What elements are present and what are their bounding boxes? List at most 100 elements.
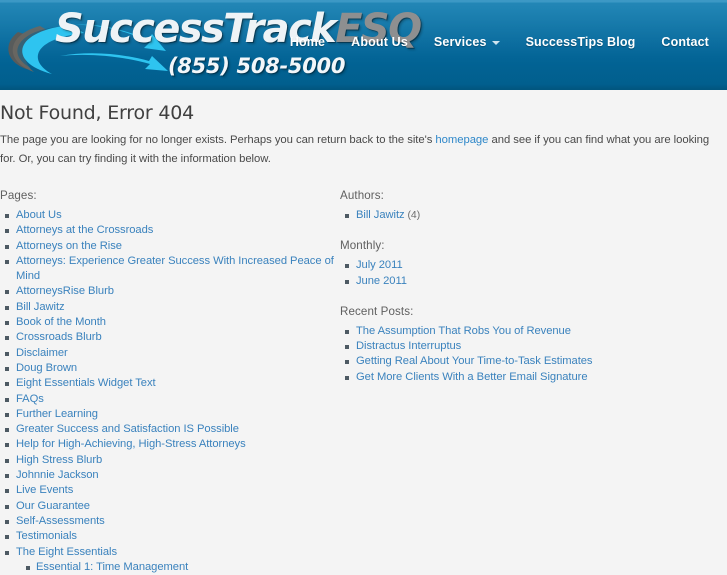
recent-post-link[interactable]: Get More Clients With a Better Email Sig… <box>356 371 588 383</box>
square-bullet-icon <box>5 458 9 463</box>
authors-heading: Authors: <box>340 189 384 202</box>
homepage-link[interactable]: homepage <box>435 134 488 146</box>
page-link[interactable]: Book of the Month <box>16 316 106 328</box>
page-link[interactable]: Our Guarantee <box>16 500 90 512</box>
page-link[interactable]: Attorneys at the Crossroads <box>16 224 153 236</box>
list-item: The Eight Essentials Essential 1: Time Ma… <box>0 545 340 575</box>
square-bullet-icon <box>5 489 9 494</box>
list-item: Greater Success and Satisfaction IS Poss… <box>0 422 340 437</box>
list-item: Getting Real About Your Time-to-Task Est… <box>340 354 727 369</box>
nav-item-successtips-blog-label: SuccessTips Blog <box>525 35 636 49</box>
pages-sublist: Essential 1: Time Management <box>16 560 340 575</box>
nav-item-contact-label: Contact <box>661 35 709 49</box>
monthly-archive-link[interactable]: June 2011 <box>356 275 407 287</box>
nav-item-home[interactable]: Home <box>277 32 338 52</box>
page-link[interactable]: Attorneys: Experience Greater Success Wi… <box>16 255 334 282</box>
square-bullet-icon <box>5 229 9 234</box>
main-navigation: Home About Us Services SuccessTips Blog … <box>277 32 721 52</box>
recent-post-link[interactable]: Distractus Interruptus <box>356 340 461 352</box>
square-bullet-icon <box>5 244 9 249</box>
square-bullet-icon <box>5 336 9 341</box>
square-bullet-icon <box>5 535 9 540</box>
square-bullet-icon <box>345 329 349 334</box>
nav-item-services[interactable]: Services <box>421 32 513 52</box>
recent-post-link[interactable]: The Assumption That Robs You of Revenue <box>356 325 571 337</box>
chevron-down-icon <box>491 41 500 45</box>
site-header: SuccessTrackESQ (855) 508-5000 Home Abou… <box>0 0 727 90</box>
list-item: Book of the Month <box>0 315 340 330</box>
list-item: Disclaimer <box>0 346 340 361</box>
pages-heading: Pages: <box>0 189 37 202</box>
square-bullet-icon <box>5 305 9 310</box>
nav-item-home-label: Home <box>289 35 326 49</box>
authors-list: Bill Jawitz (4) <box>340 208 727 223</box>
nav-item-successtips-blog[interactable]: SuccessTips Blog <box>513 32 649 52</box>
page-link[interactable]: Johnnie Jackson <box>16 469 99 481</box>
monthly-archive-link[interactable]: July 2011 <box>356 259 403 271</box>
page-link[interactable]: About Us <box>16 209 62 221</box>
author-link[interactable]: Bill Jawitz <box>356 209 405 221</box>
list-item: Crossroads Blurb <box>0 330 340 345</box>
list-item: Eight Essentials Widget Text <box>0 376 340 391</box>
list-item: Doug Brown <box>0 361 340 376</box>
authors-block: Authors: Bill Jawitz (4) <box>340 189 727 223</box>
list-item: Attorneys at the Crossroads <box>0 223 340 238</box>
list-item: The Assumption That Robs You of Revenue <box>340 324 727 339</box>
page-link[interactable]: FAQs <box>16 393 44 405</box>
recent-post-link[interactable]: Getting Real About Your Time-to-Task Est… <box>356 355 593 367</box>
list-item: June 2011 <box>340 274 727 289</box>
page-link[interactable]: Testimonials <box>16 530 77 542</box>
meta-column: Authors: Bill Jawitz (4) Monthly: July 2… <box>340 189 727 575</box>
list-item: Bill Jawitz (4) <box>340 208 727 223</box>
page-title: Not Found, Error 404 <box>0 102 195 124</box>
page-link[interactable]: Greater Success and Satisfaction IS Poss… <box>16 423 239 435</box>
pages-column: Pages: About Us Attorneys at the Crossroa… <box>0 189 340 575</box>
nav-item-contact[interactable]: Contact <box>648 32 721 52</box>
page-link[interactable]: AttorneysRise Blurb <box>16 285 114 297</box>
list-item: Get More Clients With a Better Email Sig… <box>340 370 727 385</box>
list-item: FAQs <box>0 392 340 407</box>
recent-posts-list: The Assumption That Robs You of Revenue D… <box>340 324 727 385</box>
page-content: Not Found, Error 404 The page you are lo… <box>0 90 727 575</box>
square-bullet-icon <box>345 375 349 380</box>
square-bullet-icon <box>5 428 9 433</box>
page-link[interactable]: Help for High-Achieving, High-Stress Att… <box>16 438 246 450</box>
page-link[interactable]: Attorneys on the Rise <box>16 240 122 252</box>
list-item: Self-Assessments <box>0 514 340 529</box>
list-item: Attorneys: Experience Greater Success Wi… <box>0 254 340 285</box>
square-bullet-icon <box>345 264 349 269</box>
nav-item-about-us[interactable]: About Us <box>338 32 421 52</box>
list-item: Further Learning <box>0 407 340 422</box>
error-description-part1: The page you are looking for no longer e… <box>0 134 436 146</box>
page-link[interactable]: Doug Brown <box>16 362 77 374</box>
page-link[interactable]: Bill Jawitz <box>16 301 65 313</box>
list-item: July 2011 <box>340 258 727 273</box>
post-count: (4) <box>404 210 421 221</box>
error-description: The page you are looking for no longer e… <box>0 125 727 169</box>
nav-item-services-label: Services <box>433 35 487 49</box>
recent-posts-block: Recent Posts: The Assumption That Robs Y… <box>340 305 727 385</box>
list-item: AttorneysRise Blurb <box>0 284 340 299</box>
page-link[interactable]: Disclaimer <box>16 347 68 359</box>
square-bullet-icon <box>26 565 30 570</box>
page-link[interactable]: Further Learning <box>16 408 98 420</box>
pages-list: About Us Attorneys at the Crossroads Attor… <box>0 208 340 575</box>
page-link[interactable]: Self-Assessments <box>16 515 105 527</box>
recent-posts-heading: Recent Posts: <box>340 304 414 318</box>
list-item: Bill Jawitz <box>0 300 340 315</box>
page-sublink[interactable]: Essential 1: Time Management <box>36 561 188 573</box>
page-link[interactable]: Live Events <box>16 484 73 496</box>
square-bullet-icon <box>345 214 349 218</box>
square-bullet-icon <box>5 504 9 509</box>
page-link[interactable]: Crossroads Blurb <box>16 331 102 343</box>
monthly-archive-list: July 2011 June 2011 <box>340 258 727 289</box>
page-link[interactable]: The Eight Essentials <box>16 546 117 558</box>
page-link[interactable]: High Stress Blurb <box>16 454 102 466</box>
square-bullet-icon <box>5 474 9 479</box>
list-item: About Us <box>0 208 340 223</box>
square-bullet-icon <box>5 550 9 555</box>
list-item: Testimonials <box>0 529 340 544</box>
square-bullet-icon <box>345 279 349 284</box>
nav-item-about-us-label: About Us <box>351 35 408 49</box>
page-link[interactable]: Eight Essentials Widget Text <box>16 377 156 389</box>
